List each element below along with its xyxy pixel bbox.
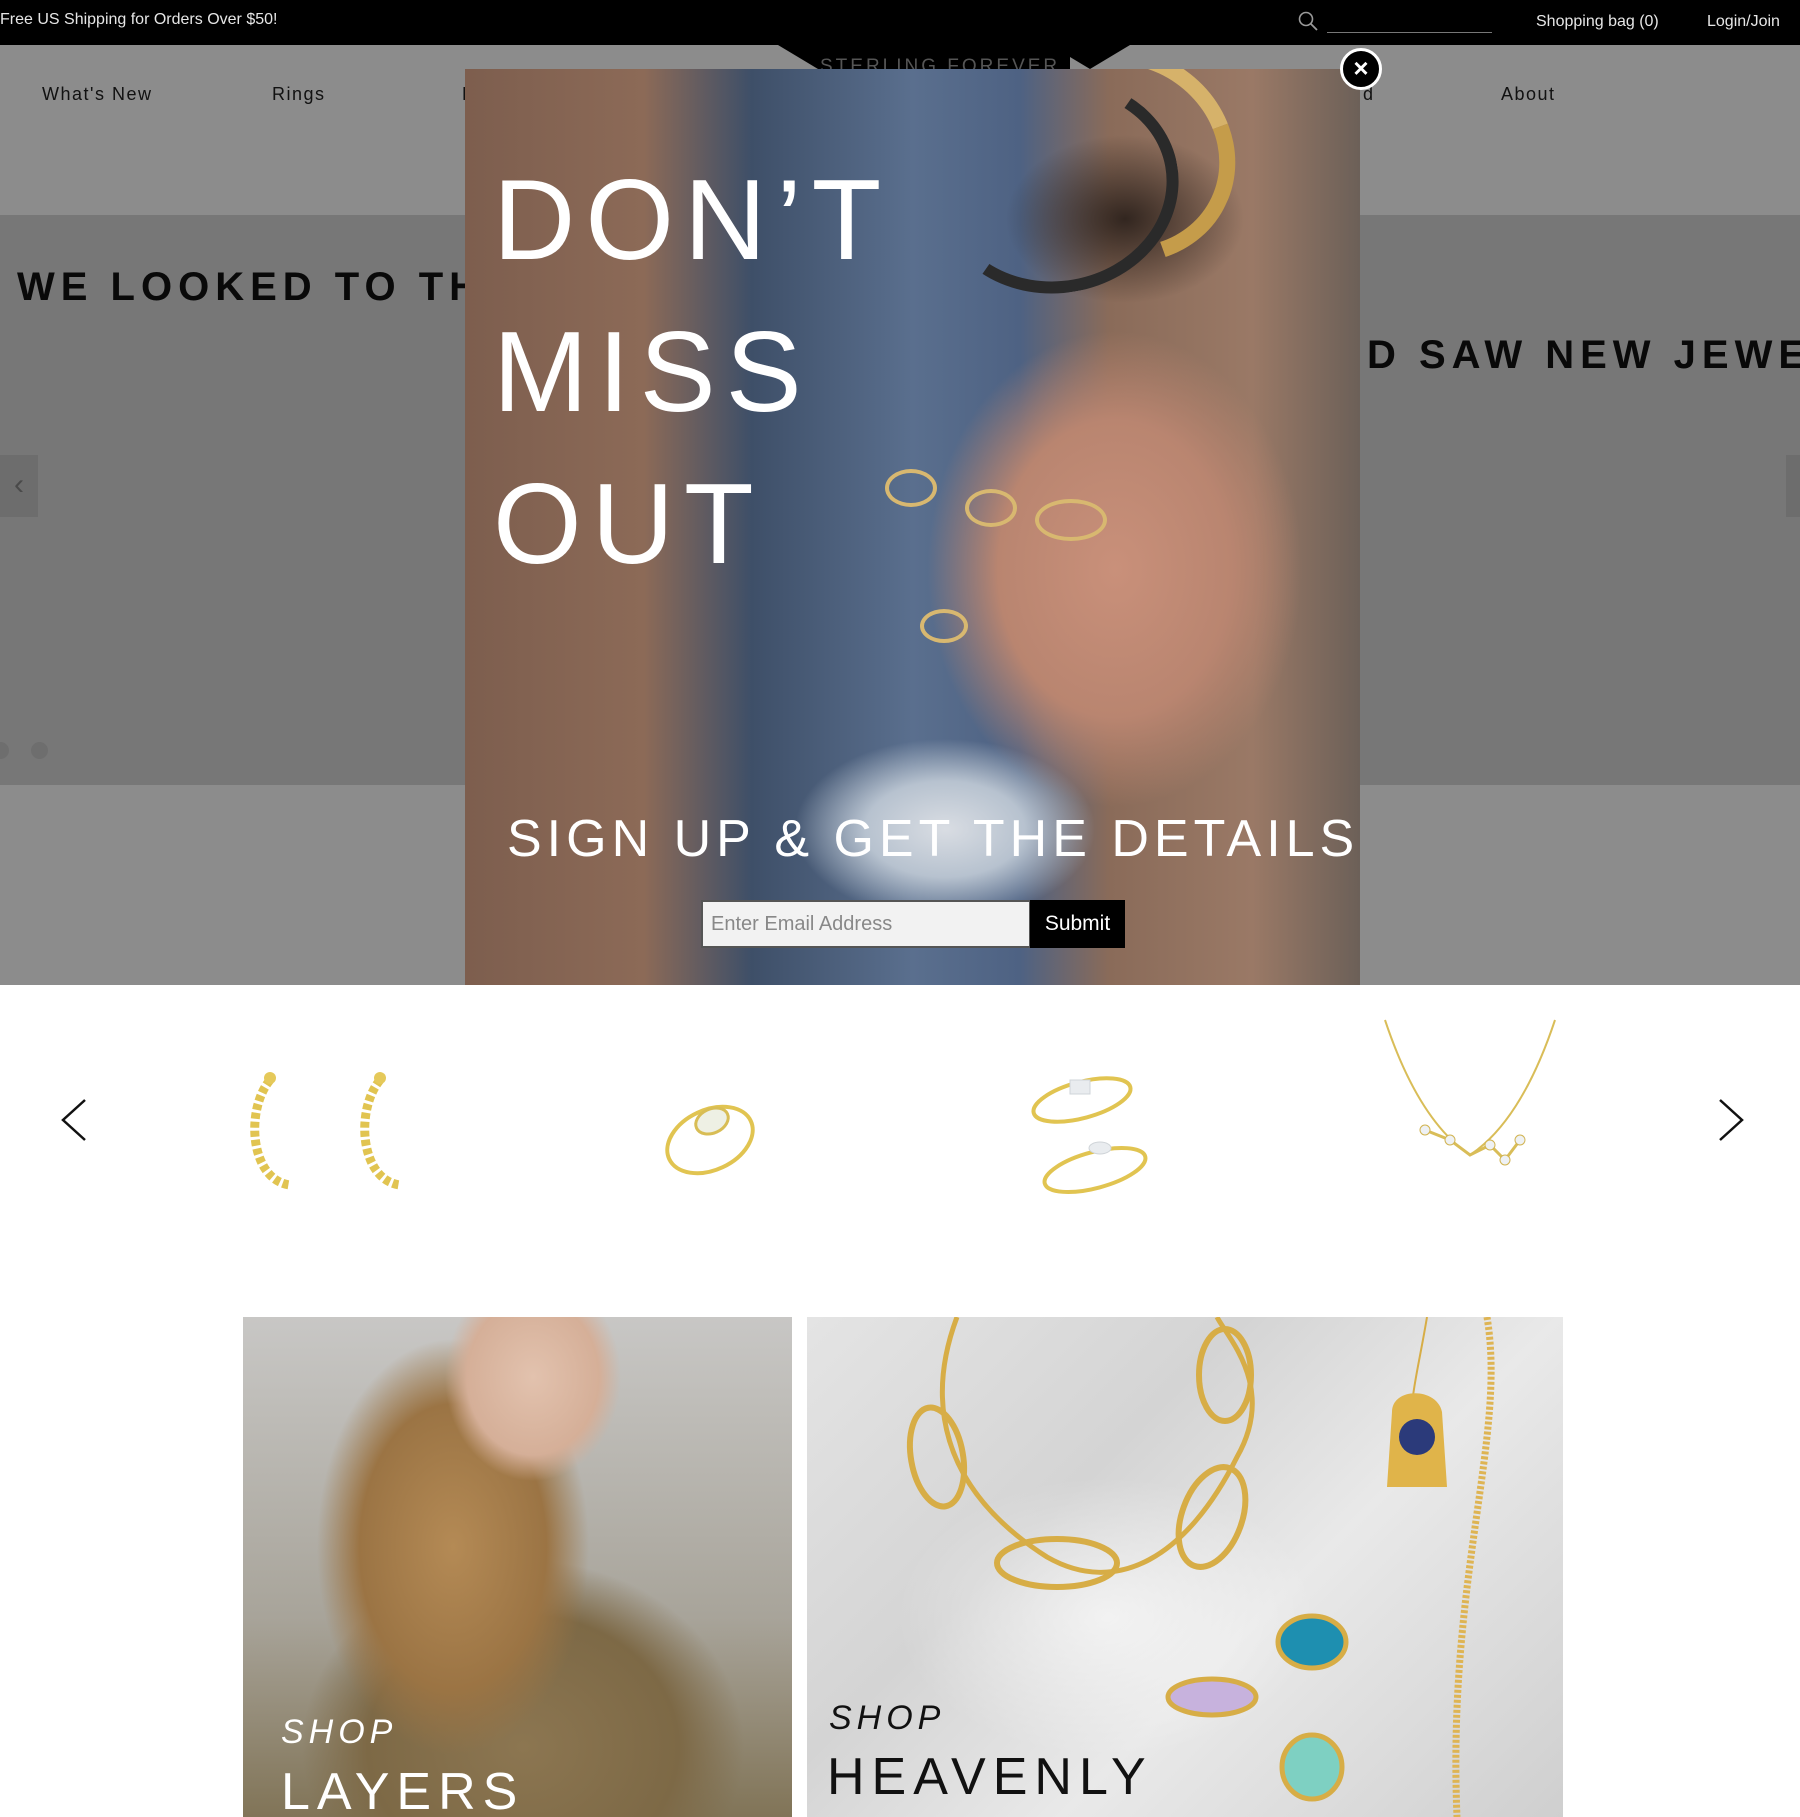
- shop-layers-tile[interactable]: SHOP LAYERS: [243, 1317, 792, 1817]
- jewelry-flatlay-image: [906, 1317, 1495, 1817]
- email-field[interactable]: [701, 900, 1031, 948]
- product-opal-ring[interactable]: [650, 1075, 780, 1185]
- close-icon: ×: [1353, 53, 1369, 83]
- product-constellation-necklace[interactable]: [1380, 1015, 1560, 1195]
- product-stacking-rings[interactable]: [1020, 1060, 1180, 1210]
- shopping-bag-link[interactable]: Shopping bag (0): [1536, 13, 1659, 31]
- tile-shop-label: SHOP: [281, 1713, 398, 1751]
- chevron-right-icon[interactable]: [1710, 1085, 1750, 1155]
- ring-image: [885, 469, 937, 507]
- search-input[interactable]: [1327, 8, 1492, 33]
- tile-title: LAYERS: [281, 1763, 525, 1817]
- login-join-link[interactable]: Login/Join: [1707, 13, 1780, 31]
- product-earrings[interactable]: [245, 1060, 425, 1210]
- product-carousel: [0, 985, 1800, 1285]
- ring-image: [965, 489, 1017, 527]
- tile-title: HEAVENLY: [827, 1748, 1153, 1806]
- shipping-promo: Free US Shipping for Orders Over $50!: [0, 11, 278, 28]
- modal-headline: DON’T MISS OUT: [493, 145, 891, 601]
- shop-heavenly-tile[interactable]: SHOP HEAVENLY: [807, 1317, 1563, 1817]
- tile-shop-label: SHOP: [829, 1699, 946, 1737]
- close-modal-button[interactable]: ×: [1340, 48, 1382, 90]
- top-bar: Free US Shipping for Orders Over $50! Sh…: [0, 0, 1800, 45]
- headline-line-3: OUT: [493, 461, 764, 588]
- submit-button[interactable]: Submit: [1030, 900, 1125, 948]
- ring-image: [1035, 499, 1107, 541]
- signup-text: SIGN UP & GET THE DETAILS: [507, 810, 1360, 868]
- search-icon[interactable]: [1297, 10, 1319, 32]
- headline-line-1: DON’T: [493, 157, 892, 284]
- headline-line-2: MISS: [493, 309, 812, 436]
- ring-image: [920, 609, 968, 643]
- chevron-left-icon[interactable]: [55, 1085, 95, 1155]
- newsletter-modal: DON’T MISS OUT SIGN UP & GET THE DETAILS…: [465, 69, 1360, 985]
